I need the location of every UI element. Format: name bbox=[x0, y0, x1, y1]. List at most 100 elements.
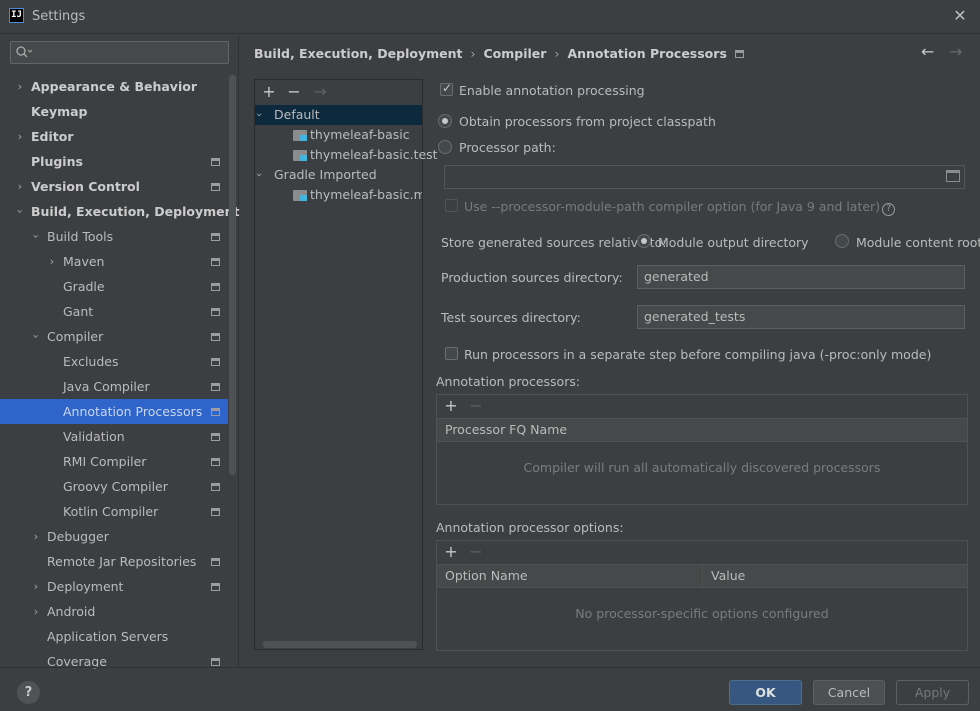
ok-button[interactable]: OK bbox=[729, 680, 802, 705]
search-icon bbox=[15, 45, 35, 60]
enable-annotation-processing-checkbox[interactable] bbox=[440, 81, 453, 96]
processor-path-label[interactable]: Processor path: bbox=[459, 140, 556, 155]
project-level-icon bbox=[211, 458, 220, 466]
sidebar-item-gradle[interactable]: Gradle bbox=[0, 274, 228, 299]
column-header-option-name[interactable]: Option Name bbox=[437, 564, 702, 588]
remove-option-button[interactable]: − bbox=[469, 543, 483, 561]
test-sources-label: Test sources directory: bbox=[441, 310, 581, 325]
sidebar-item-debugger[interactable]: › Debugger bbox=[0, 524, 228, 549]
sidebar-item-keymap[interactable]: Keymap bbox=[0, 99, 228, 124]
remove-processor-button[interactable]: − bbox=[469, 397, 483, 415]
profile-item-default[interactable]: › Default bbox=[253, 105, 422, 125]
sidebar-item-maven[interactable]: › Maven bbox=[0, 249, 228, 274]
sidebar-item-plugins[interactable]: Plugins bbox=[0, 149, 228, 174]
sidebar-item-coverage[interactable]: Coverage bbox=[0, 649, 228, 674]
settings-tree: › Appearance & Behavior Keymap › Editor … bbox=[0, 74, 240, 674]
module-output-directory-radio[interactable] bbox=[637, 234, 651, 248]
processor-options-table: + − Option Name Value No processor-speci… bbox=[436, 540, 968, 651]
sidebar-item-deployment[interactable]: › Deployment bbox=[0, 574, 228, 599]
chevron-down-icon[interactable]: › bbox=[24, 231, 49, 243]
sidebar-item-compiler[interactable]: › Compiler bbox=[0, 324, 228, 349]
obtain-from-classpath-radio[interactable] bbox=[438, 114, 452, 128]
sidebar-item-rmi-compiler[interactable]: RMI Compiler bbox=[0, 449, 228, 474]
sidebar-item-kotlin-compiler[interactable]: Kotlin Compiler bbox=[0, 499, 228, 524]
sidebar-item-gant[interactable]: Gant bbox=[0, 299, 228, 324]
module-content-root-label[interactable]: Module content root bbox=[856, 235, 980, 250]
chevron-down-icon[interactable]: › bbox=[249, 113, 269, 117]
processor-path-radio[interactable] bbox=[438, 140, 452, 154]
enable-annotation-processing-label[interactable]: Enable annotation processing bbox=[459, 83, 645, 98]
project-level-icon bbox=[211, 308, 220, 316]
project-level-icon bbox=[211, 233, 220, 241]
sidebar-item-groovy-compiler[interactable]: Groovy Compiler bbox=[0, 474, 228, 499]
forward-arrow-icon[interactable]: → bbox=[949, 42, 962, 61]
profiles-horizontal-scrollbar[interactable] bbox=[263, 641, 417, 648]
add-profile-button[interactable]: + bbox=[260, 82, 278, 102]
chevron-right-icon[interactable]: › bbox=[46, 249, 58, 274]
profiles-toolbar: + − → bbox=[255, 80, 422, 104]
module-path-option-label: Use --processor-module-path compiler opt… bbox=[464, 199, 896, 216]
test-sources-field[interactable]: generated_tests bbox=[637, 305, 965, 329]
chevron-right-icon[interactable]: › bbox=[14, 174, 26, 199]
sidebar-item-annotation-processors[interactable]: Annotation Processors bbox=[0, 399, 228, 424]
module-folder-icon bbox=[293, 130, 307, 141]
breadcrumb-item-build-execution-deployment[interactable]: Build, Execution, Deployment bbox=[254, 46, 462, 61]
back-arrow-icon[interactable]: ← bbox=[921, 42, 934, 61]
run-separate-step-label[interactable]: Run processors in a separate step before… bbox=[464, 347, 931, 362]
sidebar-scrollbar[interactable] bbox=[229, 75, 236, 475]
profile-item-gradle-imported[interactable]: › Gradle Imported bbox=[253, 165, 422, 185]
chevron-right-icon[interactable]: › bbox=[14, 74, 26, 99]
sidebar-item-build-execution-deployment[interactable]: › Build, Execution, Deployment bbox=[0, 199, 240, 224]
run-separate-step-checkbox[interactable] bbox=[445, 347, 458, 360]
module-content-root-radio[interactable] bbox=[835, 234, 849, 248]
chevron-down-icon[interactable]: › bbox=[24, 331, 49, 343]
add-option-button[interactable]: + bbox=[444, 543, 458, 561]
production-sources-label: Production sources directory: bbox=[441, 270, 623, 285]
remove-profile-button[interactable]: − bbox=[285, 82, 303, 102]
profile-module-item[interactable]: thymeleaf-basic bbox=[255, 125, 422, 145]
chevron-down-icon[interactable]: › bbox=[8, 206, 33, 218]
breadcrumb-separator: › bbox=[554, 46, 560, 61]
chevron-right-icon[interactable]: › bbox=[14, 124, 26, 149]
chevron-right-icon[interactable]: › bbox=[30, 524, 42, 549]
processors-empty-text: Compiler will run all automatically disc… bbox=[523, 460, 881, 475]
project-level-icon bbox=[211, 583, 220, 591]
obtain-from-classpath-label[interactable]: Obtain processors from project classpath bbox=[459, 114, 716, 129]
search-input[interactable] bbox=[35, 44, 225, 61]
production-sources-value: generated bbox=[644, 269, 709, 284]
profile-module-item[interactable]: thymeleaf-basic.main bbox=[255, 185, 422, 205]
folder-browse-icon[interactable] bbox=[946, 170, 960, 182]
sidebar-item-version-control[interactable]: › Version Control bbox=[0, 174, 228, 199]
cancel-button[interactable]: Cancel bbox=[813, 680, 885, 705]
chevron-down-icon[interactable]: › bbox=[249, 173, 269, 177]
sidebar-item-editor[interactable]: › Editor bbox=[0, 124, 228, 149]
window-title: Settings bbox=[32, 9, 86, 24]
breadcrumb: Build, Execution, Deployment › Compiler › An… bbox=[254, 46, 744, 64]
breadcrumb-item-compiler[interactable]: Compiler bbox=[483, 46, 546, 61]
column-header-value[interactable]: Value bbox=[702, 564, 967, 588]
sidebar-item-validation[interactable]: Validation bbox=[0, 424, 228, 449]
column-header-processor-fq-name[interactable]: Processor FQ Name bbox=[437, 418, 967, 442]
sidebar-item-android[interactable]: › Android bbox=[0, 599, 228, 624]
sidebar-item-remote-jar-repositories[interactable]: Remote Jar Repositories bbox=[0, 549, 228, 574]
sidebar-item-appearance-behavior[interactable]: › Appearance & Behavior bbox=[0, 74, 228, 99]
sidebar-item-java-compiler[interactable]: Java Compiler bbox=[0, 374, 228, 399]
apply-button[interactable]: Apply bbox=[896, 680, 969, 705]
close-icon[interactable]: ✕ bbox=[952, 6, 968, 26]
chevron-right-icon[interactable]: › bbox=[30, 599, 42, 624]
add-processor-button[interactable]: + bbox=[444, 397, 458, 415]
module-output-directory-label[interactable]: Module output directory bbox=[658, 235, 809, 250]
processor-path-field[interactable] bbox=[444, 165, 965, 189]
profile-module-item[interactable]: thymeleaf-basic.test bbox=[255, 145, 438, 165]
sidebar-item-application-servers[interactable]: Application Servers bbox=[0, 624, 228, 649]
module-path-option-checkbox[interactable] bbox=[445, 199, 458, 212]
chevron-right-icon[interactable]: › bbox=[30, 574, 42, 599]
help-circle-icon[interactable]: ? bbox=[882, 203, 896, 216]
production-sources-field[interactable]: generated bbox=[637, 265, 965, 289]
help-button[interactable]: ? bbox=[17, 681, 40, 704]
move-to-profile-button[interactable]: → bbox=[311, 82, 329, 102]
project-level-icon bbox=[211, 558, 220, 566]
settings-search-box[interactable] bbox=[10, 41, 229, 64]
sidebar-item-excludes[interactable]: Excludes bbox=[0, 349, 228, 374]
sidebar-item-build-tools[interactable]: › Build Tools bbox=[0, 224, 228, 249]
